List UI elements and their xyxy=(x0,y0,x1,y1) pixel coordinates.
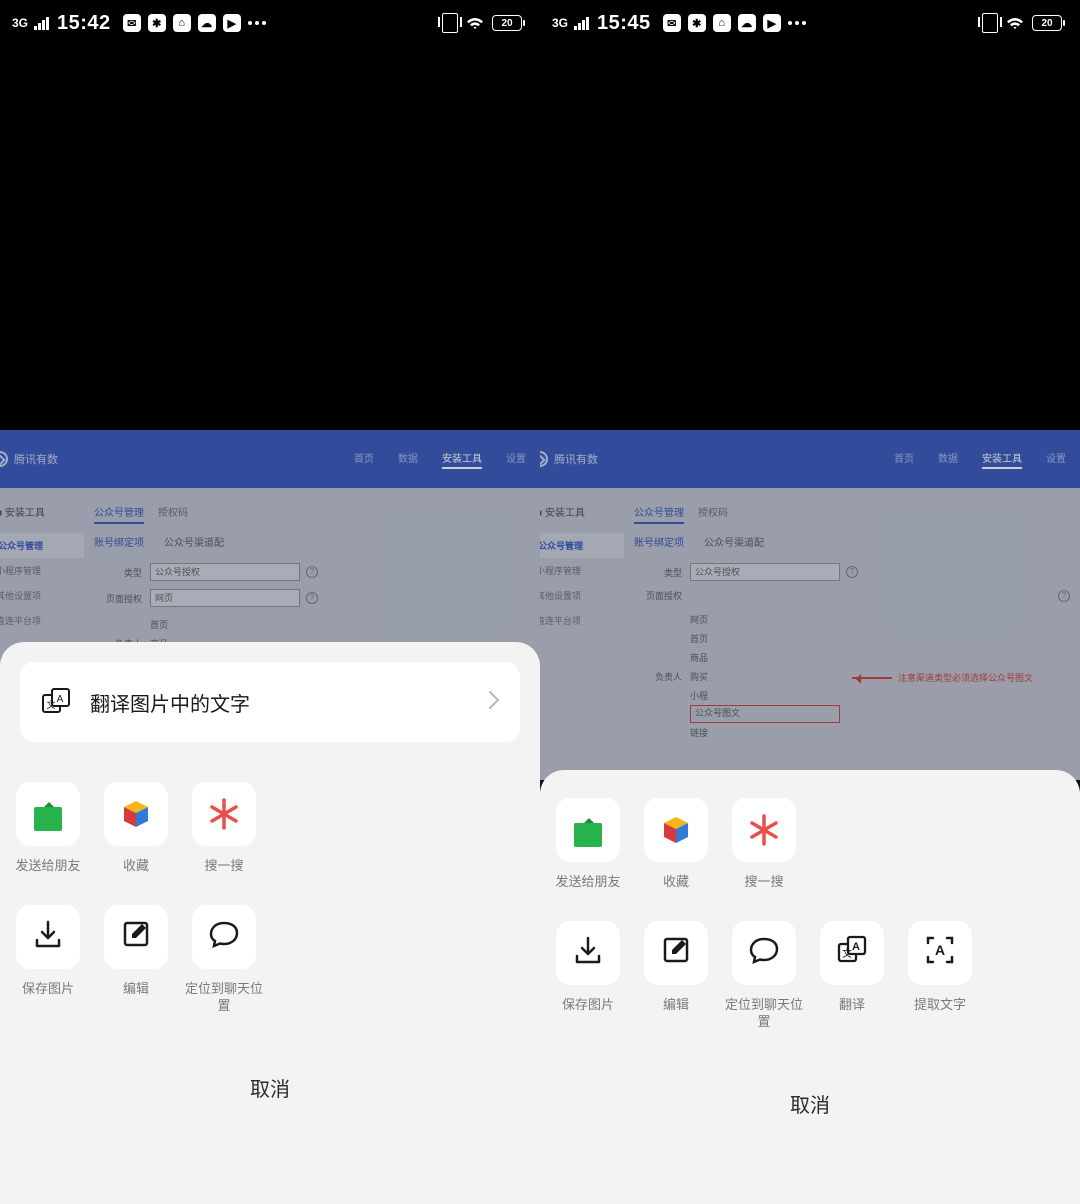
more-icon xyxy=(788,21,806,25)
mail-icon: ✉ xyxy=(663,14,681,32)
chevron-right-icon xyxy=(488,690,500,715)
cube-icon xyxy=(119,797,153,831)
network-label: 3G xyxy=(12,16,28,30)
status-bar: 3G 15:42 ✉ ✱ ⌂ ☁ ▶ 20 xyxy=(0,0,540,46)
edit-button[interactable]: 编辑 xyxy=(93,905,179,1015)
edit-button[interactable]: 编辑 xyxy=(633,921,719,1031)
save-image-button[interactable]: 保存图片 xyxy=(545,921,631,1031)
video-icon: ▶ xyxy=(763,14,781,32)
clock: 15:45 xyxy=(597,12,651,35)
download-icon xyxy=(31,917,65,956)
chat-bubble-icon xyxy=(207,917,241,956)
send-to-friend-button[interactable]: 发送给朋友 xyxy=(5,782,91,875)
brand-logo-icon xyxy=(540,451,548,467)
annotation-note: 注意渠道类型必须选择公众号图文 xyxy=(898,673,1033,684)
network-label: 3G xyxy=(552,16,568,30)
video-icon: ▶ xyxy=(223,14,241,32)
send-to-friend-button[interactable]: 发送给朋友 xyxy=(545,798,631,891)
svg-text:文: 文 xyxy=(46,699,55,710)
highlighted-option: 公众号图文 xyxy=(690,705,840,723)
cloud-icon: ☁ xyxy=(738,14,756,32)
cube-icon xyxy=(659,813,693,847)
share-row-1: 发送给朋友 收藏 搜一搜 xyxy=(544,798,1076,891)
brand-logo-icon xyxy=(0,451,8,467)
search-button[interactable]: 搜一搜 xyxy=(181,782,267,875)
download-icon xyxy=(571,933,605,972)
edit-icon xyxy=(659,933,693,972)
share-row-2: 保存图片 编辑 定位到聊天位置 xyxy=(544,921,1076,1031)
chat-bubble-icon xyxy=(747,933,781,972)
save-image-button[interactable]: 保存图片 xyxy=(5,905,91,1015)
translate-icon: A文 xyxy=(835,933,869,972)
locate-chat-button[interactable]: 定位到聊天位置 xyxy=(721,921,807,1031)
cancel-button[interactable]: 取消 xyxy=(540,1061,1080,1118)
favorite-button[interactable]: 收藏 xyxy=(93,782,179,875)
svg-text:文: 文 xyxy=(842,947,852,960)
send-icon xyxy=(31,797,65,831)
signal-icon xyxy=(34,16,49,30)
share-sheet: 发送给朋友 收藏 搜一搜 xyxy=(540,770,1080,1204)
cancel-button[interactable]: 取消 xyxy=(0,1045,540,1102)
svg-text:A: A xyxy=(852,941,860,953)
fan-icon: ✱ xyxy=(688,14,706,32)
svg-text:A: A xyxy=(935,942,945,958)
right-screenshot: 3G 15:45 ✉ ✱ ⌂ ☁ ▶ 20 xyxy=(540,0,1080,1204)
more-icon xyxy=(248,21,266,25)
status-bar: 3G 15:45 ✉ ✱ ⌂ ☁ ▶ 20 xyxy=(540,0,1080,46)
battery-level: 20 xyxy=(1041,18,1052,29)
fan-icon: ✱ xyxy=(148,14,166,32)
favorite-button[interactable]: 收藏 xyxy=(633,798,719,891)
vibrate-icon xyxy=(982,13,998,33)
translate-icon: A文 xyxy=(40,686,72,718)
send-icon xyxy=(571,813,605,847)
share-row-2: 保存图片 编辑 定位到聊天位置 xyxy=(4,905,536,1015)
status-tray-icons: ✉ ✱ ⌂ ☁ ▶ xyxy=(663,14,806,32)
svg-text:A: A xyxy=(57,694,64,705)
brand-name: 腾讯有数 xyxy=(14,451,58,467)
translate-banner-label: 翻译图片中的文字 xyxy=(90,688,488,717)
translate-button[interactable]: A文 翻译 xyxy=(809,921,895,1031)
battery-icon: 20 xyxy=(492,15,522,31)
red-arrow-icon xyxy=(852,677,892,679)
extract-text-button[interactable]: A 提取文字 xyxy=(897,921,983,1031)
battery-icon: 20 xyxy=(1032,15,1062,31)
share-sheet: A文 翻译图片中的文字 发送给朋友 收 xyxy=(0,642,540,1204)
locate-chat-button[interactable]: 定位到聊天位置 xyxy=(181,905,267,1015)
share-row-1: 发送给朋友 收藏 搜一搜 xyxy=(4,782,536,875)
background-webpage: 腾讯有数 首页 数据 安装工具 设置 ■ 安装工具 公众号管理 小程序管理 其他… xyxy=(540,430,1080,780)
clock: 15:42 xyxy=(57,12,111,35)
status-tray-icons: ✉ ✱ ⌂ ☁ ▶ xyxy=(123,14,266,32)
vibrate-icon xyxy=(442,13,458,33)
mail-icon: ✉ xyxy=(123,14,141,32)
ocr-icon: A xyxy=(923,933,957,972)
search-spark-icon xyxy=(745,811,783,849)
edit-icon xyxy=(119,917,153,956)
home-icon: ⌂ xyxy=(173,14,191,32)
cloud-icon: ☁ xyxy=(198,14,216,32)
battery-level: 20 xyxy=(501,18,512,29)
translate-banner[interactable]: A文 翻译图片中的文字 xyxy=(20,662,520,742)
search-button[interactable]: 搜一搜 xyxy=(721,798,807,891)
signal-icon xyxy=(574,16,589,30)
brand-name: 腾讯有数 xyxy=(554,451,598,467)
home-icon: ⌂ xyxy=(713,14,731,32)
nav-active: 安装工具 xyxy=(442,450,482,469)
wifi-icon xyxy=(1006,16,1024,30)
search-spark-icon xyxy=(205,795,243,833)
left-screenshot: 3G 15:42 ✉ ✱ ⌂ ☁ ▶ 20 xyxy=(0,0,540,1204)
nav-active: 安装工具 xyxy=(982,450,1022,469)
wifi-icon xyxy=(466,16,484,30)
